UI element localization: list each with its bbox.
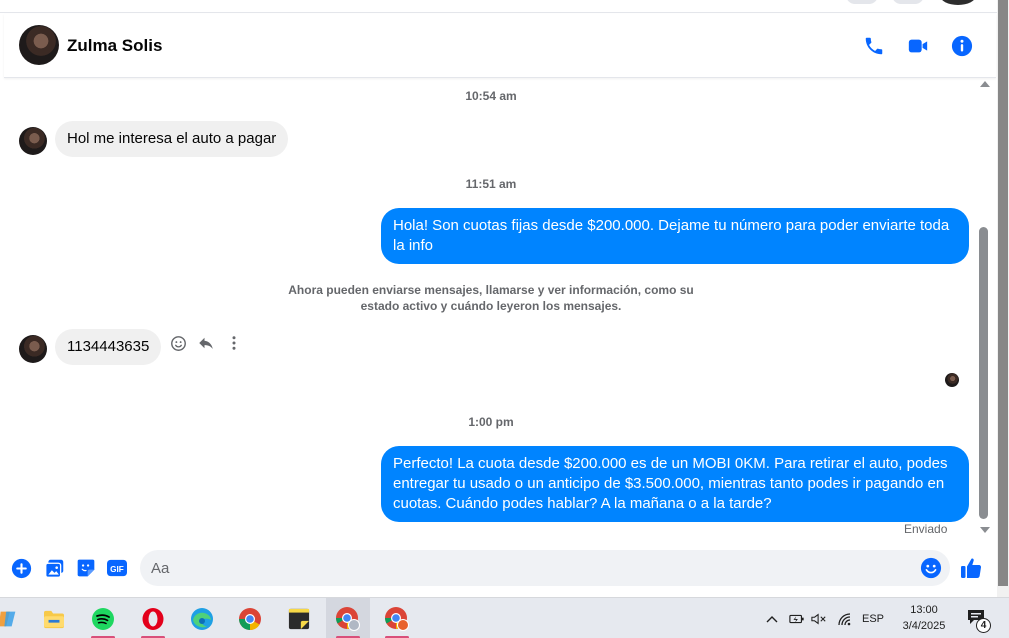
chrome-profile-icon [385, 606, 409, 631]
taskbar-app-file-explorer[interactable] [32, 598, 76, 638]
incoming-message[interactable]: 1134443635 [55, 329, 162, 365]
battery-status[interactable] [786, 613, 808, 625]
timestamp: 11:51 am [465, 177, 517, 191]
sticky-note-icon [288, 608, 310, 629]
spotify-icon [92, 607, 114, 630]
taskbar-app-opera[interactable] [131, 598, 175, 638]
message-actions [168, 333, 244, 353]
folder-icon [44, 610, 64, 628]
gif-button[interactable]: GIF [105, 557, 129, 579]
read-receipt-avatar [945, 373, 959, 387]
outgoing-message[interactable]: Hola! Son cuotas fijas desde $200.000. D… [381, 208, 969, 264]
edge-icon [191, 607, 213, 630]
top-menu-button[interactable] [846, 0, 878, 4]
network-status[interactable] [834, 612, 856, 626]
system-clock[interactable]: 13:00 3/4/2025 [898, 602, 950, 634]
thread-scrollbar-thumb[interactable] [979, 227, 988, 519]
messenger-window: Zulma Solis 10:54 am Hol me interesa el … [0, 0, 1009, 638]
contact-name[interactable]: Zulma Solis [67, 36, 162, 56]
taskbar-app-spotify[interactable] [81, 598, 125, 638]
smiley-icon [170, 335, 186, 351]
send-like-button[interactable] [959, 556, 983, 580]
privacy-notice: Ahora pueden enviarse mensajes, llamarse… [288, 283, 694, 313]
sticker-icon [77, 559, 95, 577]
more-options-button[interactable] [224, 333, 244, 353]
thumbs-up-icon [961, 558, 982, 579]
taskbar-app-chrome-profile-2[interactable] [375, 598, 419, 638]
system-tray: ESP [764, 598, 884, 638]
message-composer: GIF [4, 545, 996, 593]
battery-charging-icon [789, 614, 804, 623]
message-input[interactable] [140, 550, 950, 586]
chrome-icon [239, 607, 261, 630]
taskbar-app-chrome[interactable] [228, 598, 272, 638]
account-avatar[interactable] [940, 0, 976, 5]
conversation-header: Zulma Solis [4, 14, 996, 78]
sender-avatar[interactable] [19, 127, 47, 155]
emoji-button[interactable] [920, 557, 942, 579]
timestamp: 1:00 pm [468, 415, 514, 429]
page-scrollbar[interactable] [997, 0, 1009, 597]
voice-call-button[interactable] [861, 33, 887, 59]
taskbar-app-sticky-notes[interactable] [277, 598, 321, 638]
sent-status: Enviado [904, 522, 948, 536]
taskbar-app-chrome-profile-1[interactable] [326, 598, 370, 638]
image-icon [44, 559, 63, 578]
outgoing-message[interactable]: Perfecto! La cuota desde $200.000 es de … [381, 446, 969, 522]
volume-muted-icon [811, 612, 826, 625]
gif-icon: GIF [107, 559, 127, 577]
copilot-icon [0, 611, 16, 626]
info-icon [951, 35, 973, 57]
reply-arrow-icon [199, 337, 213, 349]
more-actions-button[interactable] [10, 557, 32, 579]
browser-top-strip [0, 0, 997, 13]
wifi-icon [838, 612, 851, 625]
phone-icon [865, 37, 883, 55]
gif-label: GIF [110, 565, 124, 574]
contact-avatar[interactable] [19, 25, 59, 65]
chrome-profile-icon [336, 606, 360, 631]
message-thread[interactable]: 10:54 am Hol me interesa el auto a pagar… [4, 79, 978, 543]
vertical-dots-icon [232, 336, 236, 350]
page-scrollbar-thumb[interactable] [998, 0, 1008, 586]
show-hidden-icons-button[interactable] [764, 614, 780, 624]
clock-date: 3/4/2025 [902, 620, 946, 632]
input-language[interactable]: ESP [862, 613, 884, 625]
video-call-button[interactable] [905, 33, 931, 59]
volume-status[interactable] [808, 612, 830, 626]
thread-scrollbar[interactable] [978, 79, 992, 543]
incoming-message[interactable]: Hol me interesa el auto a pagar [55, 121, 289, 157]
react-button[interactable] [168, 333, 188, 353]
windows-taskbar: ESP 13:00 3/4/2025 4 [0, 597, 1009, 638]
conversation-info-button[interactable] [949, 33, 975, 59]
notification-count-badge: 4 [976, 618, 991, 633]
sticker-button[interactable] [75, 557, 97, 579]
scroll-up-arrow-icon[interactable] [980, 81, 990, 87]
emoji-icon [920, 557, 942, 579]
taskbar-app-copilot[interactable] [0, 598, 30, 638]
clock-time: 13:00 [910, 604, 938, 616]
top-messenger-button[interactable] [892, 0, 924, 4]
scroll-down-arrow-icon[interactable] [980, 527, 990, 533]
attach-photo-button[interactable] [43, 557, 65, 579]
video-camera-icon [908, 39, 928, 53]
timestamp: 10:54 am [465, 89, 517, 103]
taskbar-app-edge[interactable] [180, 598, 224, 638]
chevron-up-icon [766, 615, 778, 622]
reply-button[interactable] [196, 333, 216, 353]
sender-avatar[interactable] [19, 335, 47, 363]
plus-circle-icon [11, 558, 31, 578]
opera-icon [142, 607, 164, 630]
